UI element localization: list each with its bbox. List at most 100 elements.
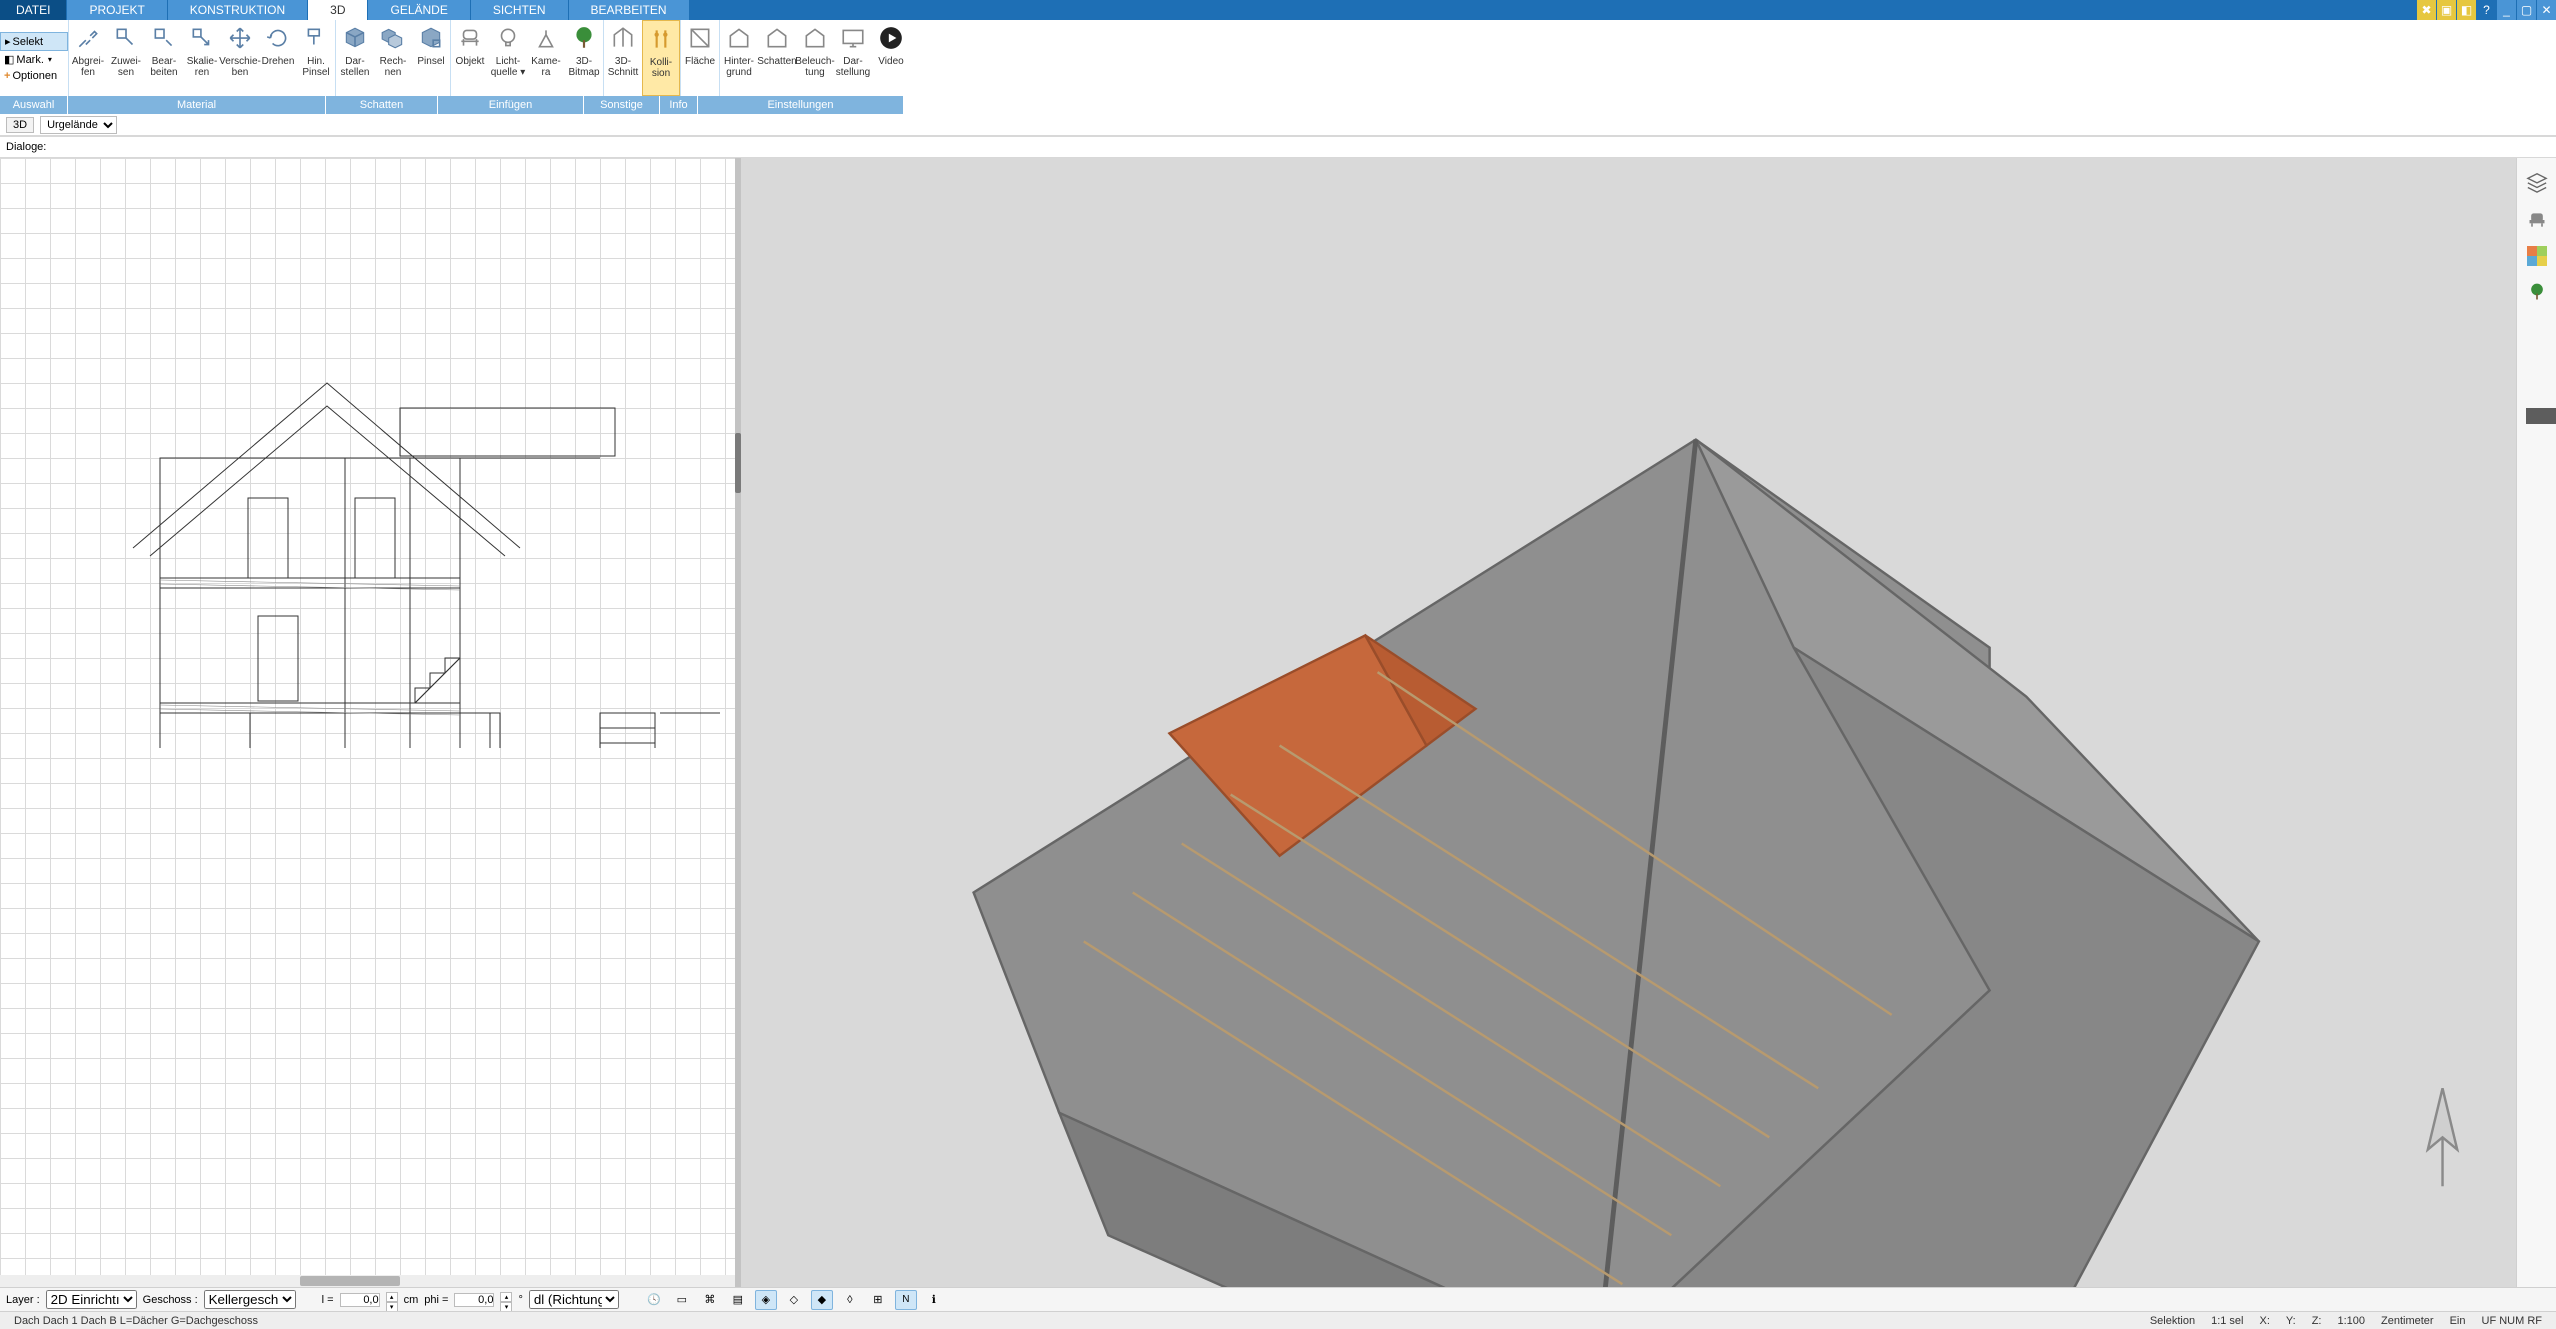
work-area xyxy=(0,158,2556,1287)
l-stepper[interactable]: ▴▾ xyxy=(386,1292,398,1308)
houseo-icon xyxy=(801,24,829,52)
ribbon-tree-button[interactable]: 3D-Bitmap xyxy=(565,20,603,96)
maximize-icon[interactable]: ▢ xyxy=(2516,0,2536,20)
tool-icon[interactable]: ◧ xyxy=(2456,0,2476,20)
floor-select[interactable]: Kellergesch xyxy=(204,1290,296,1309)
ribbon-eyedrop-button[interactable]: Abgrei-fen xyxy=(69,20,107,96)
ribbon-cubeb-button[interactable]: Pinsel xyxy=(412,20,450,96)
ribbon-collision-button[interactable]: Kolli-sion xyxy=(642,20,680,96)
group-label: Material xyxy=(68,96,326,114)
ribbon-area-button[interactable]: Fläche xyxy=(681,20,719,96)
icon-clock[interactable]: 🕓 xyxy=(643,1290,665,1310)
status-unit: Zentimeter xyxy=(2373,1315,2442,1327)
menu-gelaende[interactable]: GELÄNDE xyxy=(368,0,470,20)
ribbon-cubes-button[interactable]: Rech-nen xyxy=(374,20,412,96)
ribbon-chair-button[interactable]: Objekt xyxy=(451,20,489,96)
ribbon-play-button[interactable]: Video xyxy=(872,20,910,96)
menu-konstruktion[interactable]: KONSTRUKTION xyxy=(168,0,308,20)
ribbon-rotate-button[interactable]: Drehen xyxy=(259,20,297,96)
select-button[interactable]: ▸Selekt xyxy=(0,32,68,51)
icon-window[interactable]: ▭ xyxy=(671,1290,693,1310)
mark-button[interactable]: ◧Mark. xyxy=(0,51,68,68)
right-panel xyxy=(2516,158,2556,1287)
icon-snap1[interactable]: ◈ xyxy=(755,1290,777,1310)
phi-stepper[interactable]: ▴▾ xyxy=(500,1292,512,1308)
cubes-icon xyxy=(379,24,407,52)
collapse-handle[interactable] xyxy=(2526,408,2556,424)
dl-select[interactable]: dl (Richtung/Di xyxy=(529,1290,619,1309)
options-button[interactable]: +Optionen xyxy=(0,68,68,84)
icon-grid[interactable]: ⊞ xyxy=(867,1290,889,1310)
ribbon-screen-button[interactable]: Dar-stellung xyxy=(834,20,872,96)
palette-icon[interactable] xyxy=(2527,246,2547,266)
horizontal-scrollbar[interactable] xyxy=(0,1275,735,1287)
help-icon[interactable]: ? xyxy=(2476,0,2496,20)
ribbon-cam-button[interactable]: Kame-ra xyxy=(527,20,565,96)
context-bar: 3D Urgelände xyxy=(0,114,2556,136)
tool-icon[interactable]: ✖ xyxy=(2416,0,2436,20)
ribbon-section-button[interactable]: 3D-Schnitt xyxy=(604,20,642,96)
menu-3d[interactable]: 3D xyxy=(308,0,368,20)
status-selection: Selektion xyxy=(2142,1315,2203,1327)
view-mode[interactable]: 3D xyxy=(6,117,34,133)
icon-snap2[interactable]: ◇ xyxy=(783,1290,805,1310)
group-label: Einstellungen xyxy=(698,96,904,114)
assign-icon xyxy=(112,24,140,52)
menu-sichten[interactable]: SICHTEN xyxy=(471,0,569,20)
ribbon-assign-button[interactable]: Zuwei-sen xyxy=(107,20,145,96)
tool-icon[interactable]: ▣ xyxy=(2436,0,2456,20)
menu-datei[interactable]: DATEI xyxy=(0,0,67,20)
menu-bearbeiten[interactable]: BEARBEITEN xyxy=(569,0,690,20)
layer-label: Layer : xyxy=(6,1294,40,1306)
status-z: Z: xyxy=(2304,1315,2330,1327)
phi-input[interactable] xyxy=(454,1293,494,1307)
phi-unit: ° xyxy=(518,1294,522,1306)
phi-label: phi = xyxy=(424,1294,448,1306)
icon-n[interactable]: N xyxy=(895,1290,917,1310)
l-unit: cm xyxy=(404,1294,419,1306)
group-label: Info xyxy=(660,96,698,114)
status-left: Dach Dach 1 Dach B L=Dächer G=Dachgescho… xyxy=(6,1315,266,1327)
view-3d[interactable] xyxy=(741,158,2516,1287)
ribbon-group-material: Abgrei-fenZuwei-senBear-beitenSkalie-ren… xyxy=(69,20,336,96)
layer-select-bottom[interactable]: 2D Einrichtı xyxy=(46,1290,137,1309)
layer-select[interactable]: Urgelände xyxy=(40,116,117,134)
ribbon-scale-button[interactable]: Skalie-ren xyxy=(183,20,221,96)
group-label: Schatten xyxy=(326,96,438,114)
collision-icon xyxy=(647,25,675,53)
l-input[interactable] xyxy=(340,1293,380,1307)
ribbon-brush-button[interactable]: Hin.Pinsel xyxy=(297,20,335,96)
status-scale: 1:100 xyxy=(2329,1315,2373,1327)
ribbon-move-button[interactable]: Verschie-ben xyxy=(221,20,259,96)
layers-icon[interactable] xyxy=(2525,170,2549,194)
icon-stack[interactable]: ▤ xyxy=(727,1290,749,1310)
minimize-icon[interactable]: _ xyxy=(2496,0,2516,20)
ribbon-houseo-button[interactable]: Beleuch-tung xyxy=(796,20,834,96)
window-controls: ✖ ▣ ◧ ? _ ▢ ✕ xyxy=(2416,0,2556,20)
brush-icon xyxy=(302,24,330,52)
status-on: Ein xyxy=(2442,1315,2474,1327)
section-icon xyxy=(609,24,637,52)
dialog-bar: Dialoge: xyxy=(0,136,2556,158)
ribbon-bulb-button[interactable]: Licht-quelle ▾ xyxy=(489,20,527,96)
menu-projekt[interactable]: PROJEKT xyxy=(67,0,167,20)
icon-people[interactable]: ⌘ xyxy=(699,1290,721,1310)
close-icon[interactable]: ✕ xyxy=(2536,0,2556,20)
icon-snap3[interactable]: ◆ xyxy=(811,1290,833,1310)
ribbon-group-einfügen: ObjektLicht-quelle ▾Kame-ra3D-Bitmap xyxy=(451,20,604,96)
screen-icon xyxy=(839,24,867,52)
icon-snap4[interactable]: ◊ xyxy=(839,1290,861,1310)
floor-label: Geschoss : xyxy=(143,1294,198,1306)
tree-icon[interactable] xyxy=(2525,280,2549,304)
ribbon-houseo-button[interactable]: Schatten xyxy=(758,20,796,96)
group-label: Sonstige xyxy=(584,96,660,114)
icon-info[interactable]: ℹ xyxy=(923,1290,945,1310)
ribbon-group-einstellungen: Hinter-grundSchattenBeleuch-tungDar-stel… xyxy=(720,20,2556,96)
house-icon xyxy=(725,24,753,52)
ribbon-edit-button[interactable]: Bear-beiten xyxy=(145,20,183,96)
cube-icon xyxy=(341,24,369,52)
view-2d[interactable] xyxy=(0,158,735,1287)
ribbon-cube-button[interactable]: Dar-stellen xyxy=(336,20,374,96)
furniture-icon[interactable] xyxy=(2525,208,2549,232)
ribbon-house-button[interactable]: Hinter-grund xyxy=(720,20,758,96)
